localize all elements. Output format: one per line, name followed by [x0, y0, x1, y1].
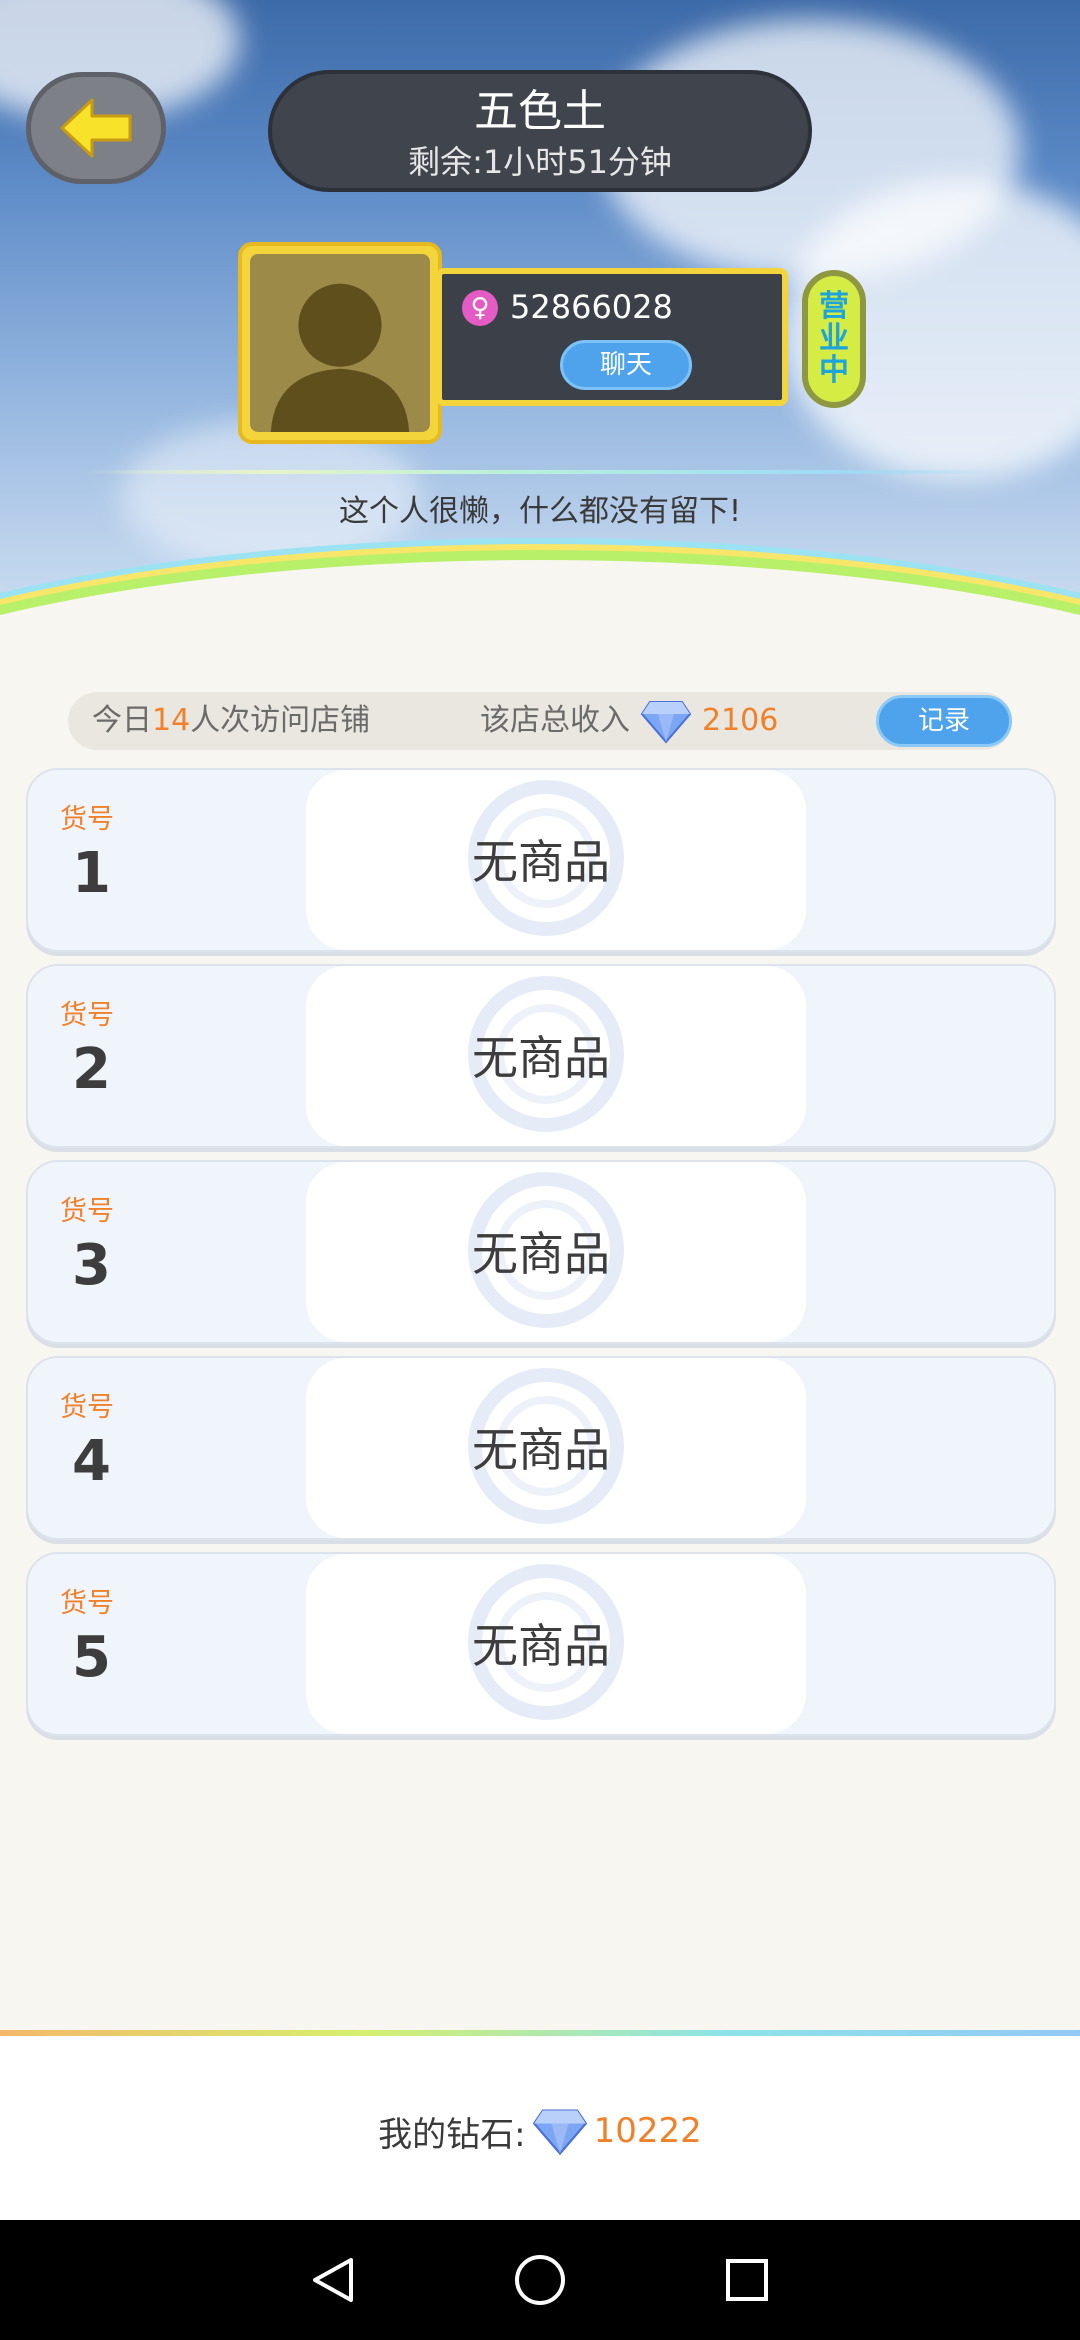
goods-slot[interactable]: 货号 2 无商品 [26, 964, 1056, 1148]
goods-slot[interactable]: 货号 5 无商品 [26, 1552, 1056, 1736]
slot-empty-text: 无商品 [472, 1619, 610, 1673]
remaining-time: 剩余:1小时51分钟 [408, 143, 672, 181]
my-diamonds-value: 10222 [593, 2111, 702, 2151]
shop-name: 五色土 [474, 86, 606, 137]
circle-home-icon [514, 2255, 565, 2305]
chat-button[interactable]: 聊天 [560, 340, 692, 390]
status-char: 中 [819, 353, 849, 388]
bio-text: 这个人很懒，什么都没有留下! [338, 494, 742, 529]
status-badge: 营 业 中 [802, 270, 866, 408]
profile-box: ♀ 52866028 聊天 [436, 268, 788, 406]
status-char: 业 [819, 321, 849, 356]
back-button[interactable] [26, 72, 166, 184]
visit-count: 14 [152, 703, 191, 738]
nav-recents-button[interactable] [717, 2250, 777, 2310]
income-label: 该店总收入 [480, 703, 630, 738]
nav-home-button[interactable] [510, 2250, 570, 2310]
goods-slot[interactable]: 货号 1 无商品 [26, 768, 1056, 952]
user-id: 52866028 [510, 288, 673, 326]
goods-slot-list: 货号 1 无商品 货号 2 无商品 货号 3 无商品 货号 4 无商品 货号 5… [26, 768, 1056, 1748]
my-diamonds-panel: 我的钻石: 10222 [0, 2030, 1080, 2220]
slot-empty-text: 无商品 [472, 1227, 610, 1281]
default-avatar-silhouette-icon [270, 283, 410, 432]
shop-title-pill: 五色土 剩余:1小时51分钟 [268, 70, 812, 192]
slot-empty-text: 无商品 [472, 1423, 610, 1477]
square-recents-icon [725, 2259, 768, 2301]
diamond-icon [640, 701, 692, 744]
record-button[interactable]: 记录 [876, 695, 1012, 747]
goods-slot[interactable]: 货号 3 无商品 [26, 1160, 1056, 1344]
goods-slot[interactable]: 货号 4 无商品 [26, 1356, 1056, 1540]
my-diamonds-label: 我的钻石: [378, 2114, 526, 2155]
slot-empty-text: 无商品 [472, 835, 610, 889]
stats-bar: 今日14人次访问店铺 该店总收入 2106 记录 [68, 692, 1012, 750]
income-value: 2106 [702, 703, 779, 738]
avatar[interactable] [238, 242, 442, 444]
status-char: 营 [819, 289, 849, 324]
female-icon: ♀ [462, 290, 498, 326]
triangle-back-icon [313, 2258, 354, 2302]
back-arrow-icon [60, 98, 132, 158]
diamond-icon [532, 2109, 587, 2156]
divider [80, 470, 1000, 474]
slot-empty-text: 无商品 [472, 1031, 610, 1085]
header-rainbow-arc [0, 560, 1080, 680]
nav-back-button[interactable] [303, 2250, 363, 2310]
system-navigation-bar [0, 2220, 1080, 2340]
visit-count-text: 今日14人次访问店铺 [92, 703, 371, 738]
